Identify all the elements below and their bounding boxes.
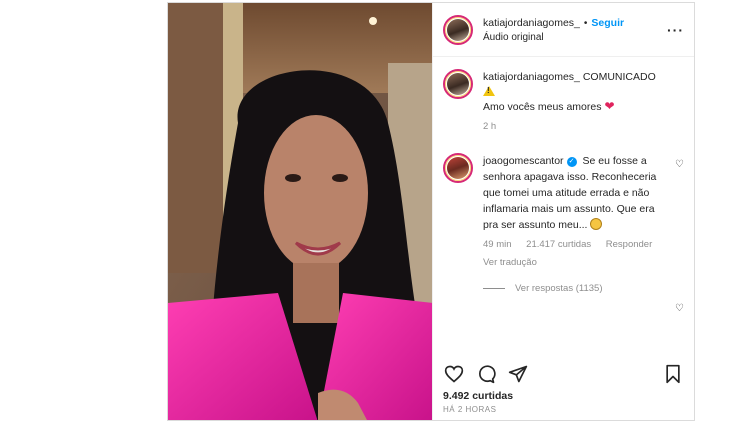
caption-username[interactable]: katiajordaniagomes_ — [483, 71, 580, 83]
commenter-username[interactable]: joaogomescantor — [483, 155, 564, 167]
comment-likes[interactable]: 21.417 curtidas — [526, 239, 591, 250]
view-replies-label: Ver respostas (1135) — [515, 283, 603, 294]
replies-line — [483, 288, 505, 289]
caption-avatar[interactable] — [443, 69, 473, 99]
author-username[interactable]: katiajordaniagomes_ — [483, 17, 580, 29]
comment-meta: 49 min 21.417 curtidas Responder — [483, 237, 666, 253]
post-actions — [433, 359, 694, 389]
header-text: katiajordaniagomes_ • Seguir Áudio origina… — [483, 15, 667, 45]
comment-body: joaogomescantor ✓ Se eu fosse a senhora a… — [483, 153, 684, 271]
like-heart-icon[interactable] — [443, 363, 465, 385]
verified-badge-icon: ✓ — [566, 157, 577, 167]
save-bookmark-icon[interactable] — [662, 363, 684, 385]
follow-button[interactable]: Seguir — [591, 17, 624, 29]
post-header: katiajordaniagomes_ • Seguir Áudio origina… — [433, 3, 694, 57]
comment-bubble-icon[interactable] — [475, 363, 497, 385]
share-send-icon[interactable] — [507, 363, 529, 385]
warning-icon — [483, 86, 495, 96]
more-horizontal-icon[interactable]: ··· — [667, 22, 684, 38]
red-heart-icon: ❤ — [604, 99, 615, 113]
caption-row: katiajordaniagomes_ COMUNICADO Amo vocês… — [443, 69, 684, 135]
commenter-avatar[interactable] — [443, 153, 473, 183]
separator-dot: • — [583, 17, 588, 29]
post-video[interactable] — [168, 3, 432, 420]
caption-time[interactable]: 2 h — [483, 121, 496, 132]
page: katiajordaniagomes_ • Seguir Áudio origina… — [0, 0, 750, 421]
comment-like-heart-icon[interactable]: ♡ — [675, 159, 684, 170]
caption-like-heart-icon[interactable]: ♡ — [675, 303, 684, 314]
post-side-panel: katiajordaniagomes_ • Seguir Áudio origina… — [432, 3, 694, 420]
comment-time[interactable]: 49 min — [483, 239, 512, 250]
instagram-post: katiajordaniagomes_ • Seguir Áudio origina… — [167, 2, 695, 421]
see-translation-link[interactable]: Ver tradução — [483, 255, 666, 271]
post-timestamp: HÁ 2 HORAS — [443, 405, 497, 414]
caption-body: katiajordaniagomes_ COMUNICADO Amo vocês… — [483, 69, 684, 135]
caption-text: COMUNICADO — [582, 71, 656, 83]
comment-row: joaogomescantor ✓ Se eu fosse a senhora a… — [443, 153, 684, 271]
comments-section: katiajordaniagomes_ COMUNICADO Amo vocês… — [433, 57, 694, 359]
caption-line2: Amo vocês meus amores — [483, 101, 602, 113]
video-frame — [168, 3, 432, 420]
reply-button[interactable]: Responder — [606, 239, 652, 250]
view-replies-link[interactable]: Ver respostas (1135) — [483, 283, 684, 294]
original-audio-link[interactable]: Áudio original — [483, 31, 667, 45]
author-avatar[interactable] — [443, 14, 473, 45]
smiley-emoji-icon — [590, 218, 603, 230]
post-likes-count[interactable]: 9.492 curtidas — [433, 389, 694, 403]
caption-meta: 2 h — [483, 119, 684, 135]
